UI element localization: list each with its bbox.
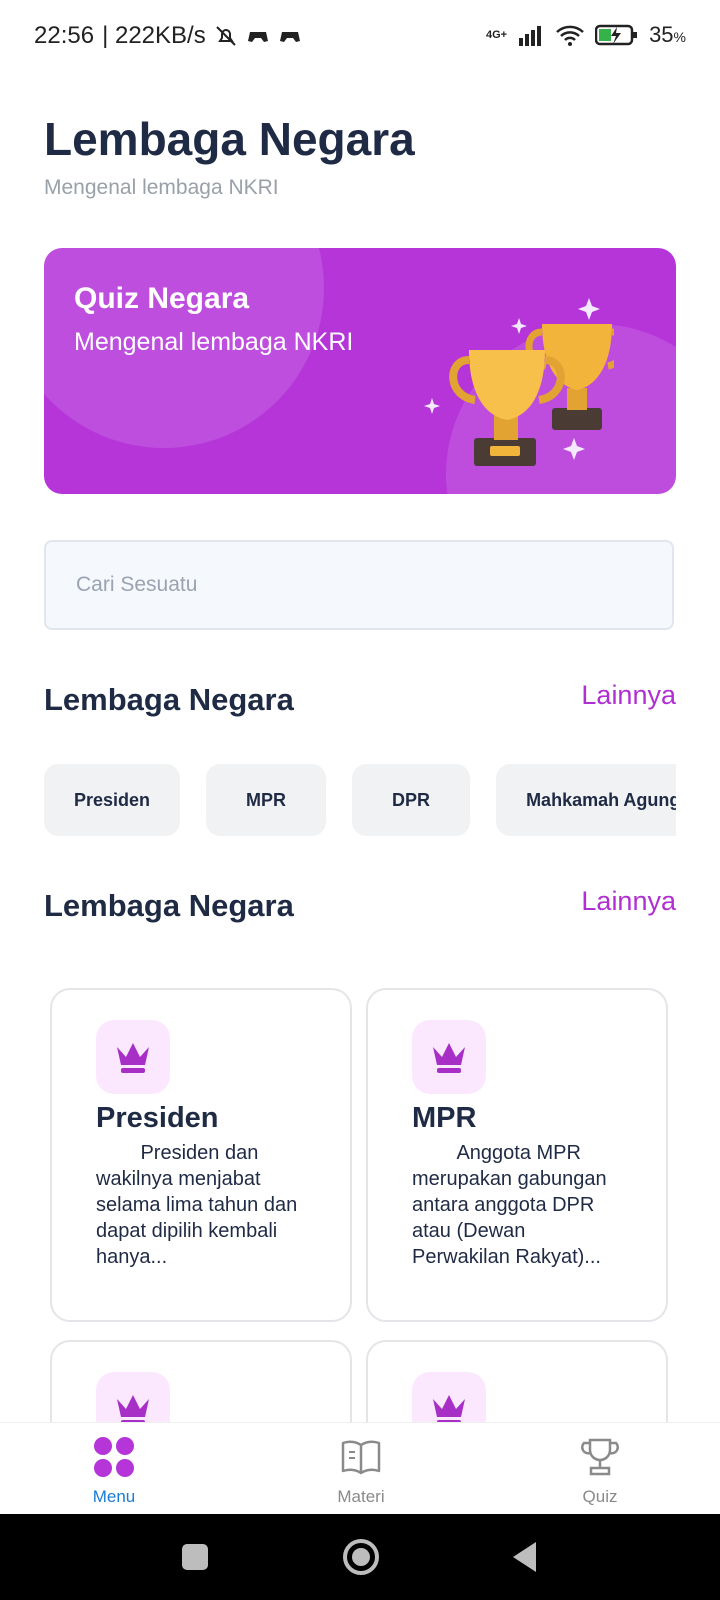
crown-icon: [117, 1043, 149, 1073]
mute-bell-icon: [215, 26, 236, 46]
recents-button[interactable]: [180, 1542, 210, 1572]
card-title: Presiden: [96, 1102, 219, 1134]
lembaga-card-presiden[interactable]: Presiden Presiden dan wakilnya menjabat …: [50, 988, 352, 1322]
nav-label: Materi: [337, 1487, 385, 1506]
nav-label: Menu: [92, 1487, 136, 1506]
lembaga-card-mpr[interactable]: MPR Anggota MPR merupakan gabungan antar…: [366, 988, 668, 1322]
system-navigation-bar: [0, 1514, 720, 1600]
search-input[interactable]: [44, 540, 674, 630]
card-title: MPR: [412, 1102, 477, 1134]
see-more-link[interactable]: Lainnya: [581, 886, 676, 917]
crown-icon: [433, 1043, 465, 1073]
status-left: 22:56 | 222KB/s: [34, 22, 302, 50]
banner-title: Quiz Negara: [74, 282, 250, 315]
section-title-lembaga: Lembaga Negara: [44, 888, 294, 923]
status-bar: 22:56 | 222KB/s 4G+ 35%: [0, 0, 720, 72]
trophy-icon: [581, 1438, 619, 1476]
nav-item-materi[interactable]: Materi: [281, 1423, 441, 1515]
status-time: 22:56: [34, 22, 95, 49]
section-title-categories: Lembaga Negara: [44, 682, 294, 717]
battery-level: 35%: [649, 22, 686, 47]
card-icon-box: [96, 1020, 170, 1094]
nav-item-menu[interactable]: Menu: [34, 1423, 194, 1515]
back-button[interactable]: [510, 1540, 540, 1574]
home-button[interactable]: [342, 1538, 380, 1576]
game-controller-icon: [279, 32, 300, 42]
page-subtitle: Mengenal lembaga NKRI: [44, 176, 279, 199]
network-type: 4G+: [485, 29, 508, 41]
chip-mpr[interactable]: MPR: [206, 764, 327, 836]
bottom-navigation: Menu Materi Quiz: [0, 1422, 720, 1515]
quiz-banner[interactable]: Quiz Negara Mengenal lembaga NKRI: [44, 248, 676, 494]
chip-mahkamah-agung[interactable]: Mahkamah Agung: [496, 764, 676, 836]
banner-subtitle: Mengenal lembaga NKRI: [74, 328, 354, 356]
card-icon-box: [412, 1020, 486, 1094]
chip-presiden[interactable]: Presiden: [44, 764, 181, 836]
card-description: Presiden dan wakilnya menjabat selama li…: [96, 1142, 303, 1268]
status-right: 4G+ 35%: [486, 22, 686, 48]
signal-icon: [519, 26, 542, 46]
game-controller-icon: [247, 32, 268, 42]
chip-dpr[interactable]: DPR: [352, 764, 471, 836]
page-title: Lembaga Negara: [44, 113, 415, 165]
nav-label: Quiz: [582, 1487, 618, 1506]
book-icon: [341, 1440, 381, 1475]
see-more-link[interactable]: Lainnya: [581, 680, 676, 711]
status-speed: | 222KB/s: [102, 22, 206, 49]
battery-charging-icon: [595, 24, 638, 46]
card-description: Anggota MPR merupakan gabungan antara an…: [412, 1142, 613, 1268]
category-chips: Presiden MPR DPR Mahkamah Agung: [44, 764, 676, 836]
trophy-icon: [424, 298, 614, 466]
wifi-icon: [556, 25, 584, 46]
grid-icon: [94, 1437, 134, 1477]
nav-item-quiz[interactable]: Quiz: [520, 1423, 680, 1515]
